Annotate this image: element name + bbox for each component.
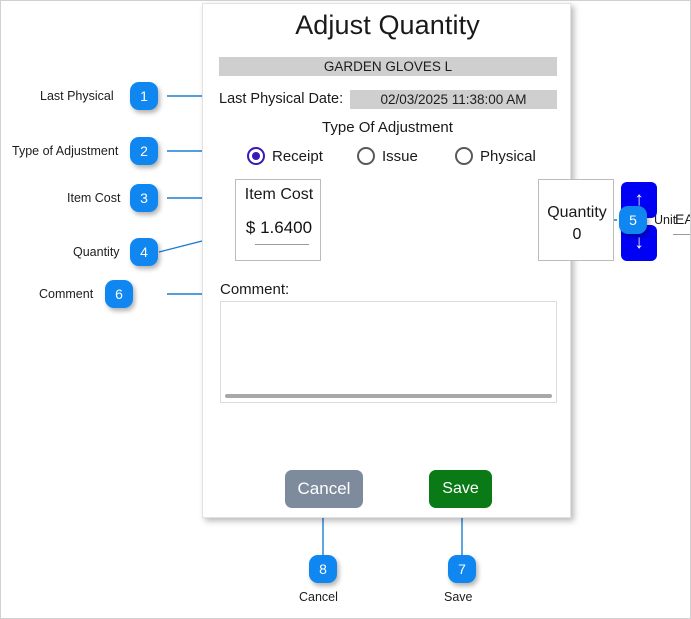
screenshot-root: Adjust Quantity GARDEN GLOVES L Last Phy… <box>0 0 691 619</box>
radio-selected-icon[interactable] <box>247 147 265 165</box>
comment-horizontal-scrollbar[interactable] <box>225 394 552 398</box>
callout-label-6: Comment <box>39 287 94 301</box>
callout-badge-2[interactable]: 2 <box>130 137 158 165</box>
cancel-button[interactable]: Cancel <box>285 470 363 508</box>
callout-badge-6[interactable]: 6 <box>105 280 133 308</box>
adjust-quantity-dialog: Adjust Quantity GARDEN GLOVES L Last Phy… <box>202 3 690 518</box>
callout-label-4: Quantity <box>73 245 120 259</box>
callout-badge-3[interactable]: 3 <box>130 184 158 212</box>
last-physical-date-label: Last Physical Date: <box>219 91 344 107</box>
callout-label-3: Item Cost <box>67 191 121 205</box>
callout-badge-5[interactable]: 5 <box>619 206 647 234</box>
item-cost-underline <box>255 244 309 245</box>
quantity-value: 0 <box>572 226 582 243</box>
comment-label: Comment: <box>220 281 290 298</box>
callout-label-7: Save <box>444 590 473 604</box>
last-physical-date-value: 02/03/2025 11:38:00 AM <box>350 90 557 109</box>
callout-label-5: Unit <box>654 213 677 227</box>
radio-label-physical: Physical <box>480 147 536 165</box>
callout-label-2: Type of Adjustment <box>12 144 119 158</box>
callout-label-8: Cancel <box>299 590 338 604</box>
type-of-adjustment-group: Receipt Issue Physical <box>247 143 547 169</box>
callout-badge-1[interactable]: 1 <box>130 82 158 110</box>
unit-underline <box>673 234 690 235</box>
callout-badge-8[interactable]: 8 <box>309 555 337 583</box>
item-cost-label: Item Cost <box>244 186 314 203</box>
unit-value: EA1 <box>675 211 690 227</box>
save-button[interactable]: Save <box>429 470 492 508</box>
type-of-adjustment-label: Type Of Adjustment <box>322 119 453 136</box>
item-cost-value: $ 1.6400 <box>245 218 313 237</box>
radio-unselected-icon[interactable] <box>455 147 473 165</box>
comment-box[interactable] <box>220 301 557 403</box>
radio-label-issue: Issue <box>382 147 418 165</box>
quantity-field[interactable]: Quantity 0 <box>538 179 614 261</box>
radio-option-issue[interactable]: Issue <box>357 143 418 169</box>
callout-badge-7[interactable]: 7 <box>448 555 476 583</box>
radio-unselected-icon[interactable] <box>357 147 375 165</box>
radio-option-receipt[interactable]: Receipt <box>247 143 323 169</box>
callout-label-1: Last Physical <box>40 89 114 103</box>
quantity-label: Quantity <box>547 204 607 221</box>
radio-label-receipt: Receipt <box>272 147 323 165</box>
radio-option-physical[interactable]: Physical <box>455 143 536 169</box>
comment-input[interactable] <box>222 303 555 401</box>
page-title: Adjust Quantity <box>295 10 480 40</box>
callout-badge-4[interactable]: 4 <box>130 238 158 266</box>
item-cost-field[interactable]: Item Cost $ 1.6400 <box>235 179 321 261</box>
item-name-field: GARDEN GLOVES L <box>219 57 557 76</box>
